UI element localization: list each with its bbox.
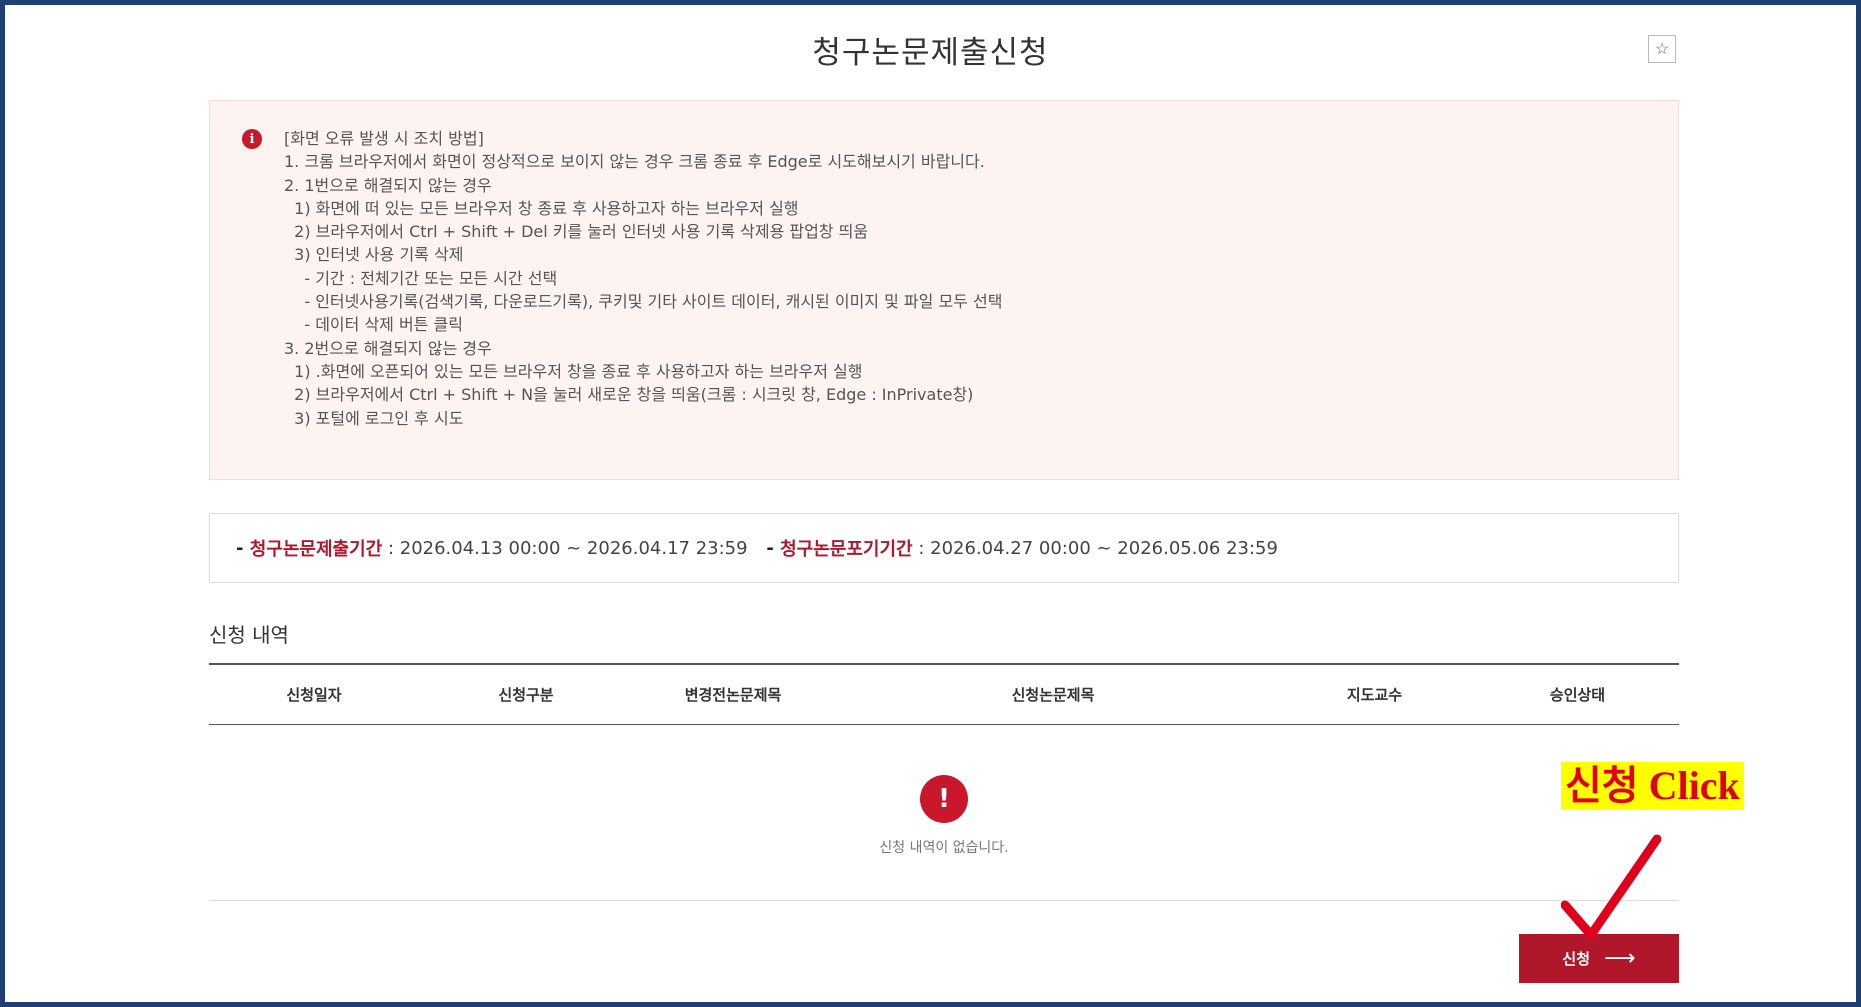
- page-title: 청구논문제출신청: [812, 35, 1049, 71]
- history-section-title: 신청 내역: [209, 623, 289, 647]
- alert-icon: !: [920, 775, 968, 823]
- column-header-status: 승인상태: [1549, 686, 1606, 704]
- notice-line: 3. 2번으로 해결되지 않는 경우: [284, 338, 492, 358]
- notice-list: [화면 오류 발생 시 조치 방법] 1. 크롬 브라우저에서 화면이 정상적으…: [284, 127, 1002, 430]
- notice-line: 3) 포털에 로그인 후 시도: [284, 408, 464, 428]
- submit-period-label: 청구논문제출기간: [249, 539, 383, 560]
- arrow-right-icon: ⟶: [1604, 945, 1636, 971]
- column-header-advisor: 지도교수: [1346, 686, 1403, 704]
- column-header-type: 신청구분: [498, 686, 554, 704]
- empty-message: 신청 내역이 없습니다.: [879, 840, 1009, 856]
- notice-line: 1) 화면에 떠 있는 모든 브라우저 창 종료 후 사용하고자 하는 브라우저…: [284, 198, 799, 218]
- error-notice-box: i [화면 오류 발생 시 조치 방법] 1. 크롬 브라우저에서 화면이 정상…: [209, 100, 1679, 480]
- history-table: 신청일자 신청구분 변경전논문제목 신청논문제목 지도교수 승인상태 ! 신청 …: [209, 663, 1679, 901]
- withdraw-period-value: : 2026.04.27 00:00 ~ 2026.05.06 23:59: [912, 537, 1278, 559]
- notice-line: 1) .화면에 오픈되어 있는 모든 브라우저 창을 종료 후 사용하고자 하는…: [284, 361, 863, 381]
- notice-line: - 인터넷사용기록(검색기록, 다운로드기록), 쿠키및 기타 사이트 데이터,…: [284, 292, 1003, 312]
- notice-line: [화면 오류 발생 시 조치 방법]: [284, 129, 484, 148]
- info-icon: i: [242, 129, 262, 149]
- column-header-previous-title: 변경전논문제목: [684, 686, 782, 704]
- table-header: 신청일자 신청구분 변경전논문제목 신청논문제목 지도교수 승인상태: [209, 663, 1679, 725]
- column-header-thesis-title: 신청논문제목: [1011, 686, 1095, 704]
- red-checkmark-icon: [1561, 834, 1661, 940]
- withdraw-period-label: 청구논문포기기간: [780, 539, 913, 560]
- favorite-star-icon[interactable]: ☆: [1648, 35, 1676, 63]
- notice-line: 3) 인터넷 사용 기록 삭제: [284, 245, 464, 265]
- apply-button-label: 신청: [1562, 950, 1591, 968]
- screenshot-frame: 청구논문제출신청 ☆ i [화면 오류 발생 시 조치 방법] 1. 크롬 브라…: [0, 0, 1861, 1007]
- annotation-label: 신청 Click: [1561, 762, 1744, 810]
- notice-line: - 기간 : 전체기간 또는 모든 시간 선택: [284, 268, 558, 288]
- column-header-date: 신청일자: [286, 686, 342, 704]
- empty-state: ! 신청 내역이 없습니다.: [209, 725, 1679, 901]
- notice-line: 1. 크롬 브라우저에서 화면이 정상적으로 보이지 않는 경우 크롬 종료 후…: [284, 152, 985, 172]
- period-info-box: - 청구논문제출기간 : 2026.04.13 00:00 ~ 2026.04.…: [209, 513, 1679, 583]
- notice-line: 2. 1번으로 해결되지 않는 경우: [284, 175, 492, 195]
- notice-line: 2) 브라우저에서 Ctrl + Shift + Del 키를 눌러 인터넷 사…: [284, 222, 869, 242]
- notice-line: - 데이터 삭제 버튼 클릭: [284, 315, 463, 335]
- submit-period-value: : 2026.04.13 00:00 ~ 2026.04.17 23:59: [382, 537, 748, 559]
- notice-line: 2) 브라우저에서 Ctrl + Shift + N을 눌러 새로운 창을 띄움…: [284, 385, 974, 405]
